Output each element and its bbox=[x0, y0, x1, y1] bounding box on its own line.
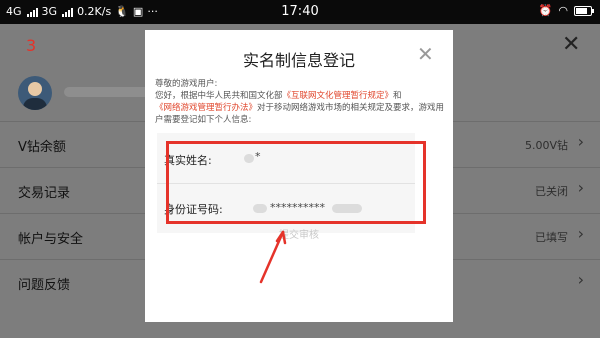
chevron-right-icon: › bbox=[577, 178, 584, 197]
clock: 17:40 bbox=[281, 4, 319, 19]
step-number: 3 bbox=[26, 36, 37, 55]
chevron-right-icon: › bbox=[577, 224, 584, 243]
list-item-label: 问题反馈 bbox=[18, 278, 71, 293]
highlight-rectangle bbox=[166, 141, 426, 224]
blurred-username bbox=[64, 87, 150, 97]
list-item-label: V钻余额 bbox=[18, 140, 66, 155]
chevron-right-icon: › bbox=[577, 132, 584, 151]
regulation-link-2[interactable]: 《网络游戏管理暂行办法》 bbox=[155, 103, 257, 113]
dialog-title: 实名制信息登记 bbox=[242, 51, 355, 70]
chevron-right-icon: › bbox=[577, 270, 584, 289]
submit-button[interactable]: 提交审核 bbox=[145, 226, 453, 241]
dialog-notice: 尊敬的游戏用户: 您好，根据中华人民共和国文化部《互联网文化管理暂行规定》和《网… bbox=[155, 78, 447, 126]
annotation-arrow-icon bbox=[259, 230, 287, 284]
alarm-icon: ⏰ bbox=[538, 4, 553, 17]
status-bar: 4G 3G 0.2K/s 🐧 ▣ ··· 17:40 ⏰ ◠ bbox=[0, 0, 600, 24]
list-item-label: 帐户与安全 bbox=[18, 232, 84, 247]
wifi-icon: ◠ bbox=[558, 4, 568, 17]
close-icon[interactable]: ✕ bbox=[562, 34, 580, 56]
list-item-value: 5.00V钻 bbox=[524, 139, 568, 152]
status-right: ⏰ ◠ bbox=[538, 4, 594, 17]
regulation-link-1[interactable]: 《互联网文化管理暂行规定》 bbox=[283, 91, 394, 101]
notice-prefix: 尊敬的游戏用户: 您好，根据中华人民共和国文化部 bbox=[155, 79, 283, 101]
notice-and: 和 bbox=[393, 91, 402, 101]
list-item-value: 已关闭 bbox=[535, 185, 568, 198]
battery-icon bbox=[574, 5, 594, 16]
dialog-close-icon[interactable]: ✕ bbox=[417, 44, 434, 64]
list-item-value: 已填写 bbox=[535, 231, 568, 244]
list-item-label: 交易记录 bbox=[18, 186, 71, 201]
avatar bbox=[18, 76, 52, 110]
